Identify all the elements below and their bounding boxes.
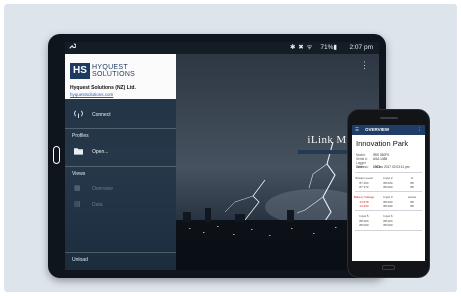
table-cell: 88 (410, 185, 414, 189)
table-cell-alert: 13.400 (359, 204, 369, 208)
table-cell: 88.000 (383, 185, 393, 189)
phone-home-button[interactable] (382, 265, 395, 270)
tablet-device: ✱ ✖ ᯤ 71%▮ 2:07 pm ⋮ iLink Mobile HS HYQ… (48, 34, 386, 278)
drawer-item-label: Overview (92, 186, 113, 192)
table-cell: 88.000 (359, 223, 369, 227)
table-cell: Input 5 (359, 214, 369, 218)
folder-icon (74, 147, 83, 157)
drawer-item-label: Unload (72, 257, 88, 263)
overflow-menu-icon[interactable]: ⋮ (360, 60, 369, 71)
grid-icon: ▦ (74, 185, 81, 192)
table-cell: 87.172 (359, 185, 369, 189)
drawer-item-overview[interactable]: ▦ Overview (65, 184, 176, 196)
table-cell: Input 3 (383, 195, 393, 199)
meta-row: Address: 1363 (356, 165, 381, 169)
table-cell-alert: Battery Voltage (353, 195, 375, 199)
drawer-item-open[interactable]: Open... (65, 146, 176, 160)
antenna-icon (74, 109, 83, 120)
phone-device: ☰ OVERVIEW ⋮ Innovation Park Model: iRIS … (347, 109, 430, 278)
logo-line-2: SOLUTIONS (92, 71, 136, 78)
drawer-header: HS HYQUEST SOLUTIONS Hyquest Solutions (… (65, 54, 176, 99)
tablet-screen: ✱ ✖ ᯤ 71%▮ 2:07 pm ⋮ iLink Mobile HS HYQ… (65, 42, 379, 270)
table-cell: series (407, 195, 416, 199)
section-label-views: Views (72, 171, 86, 177)
company-logo-text: HYQUEST SOLUTIONS (92, 64, 135, 78)
phone-screen: ☰ OVERVIEW ⋮ Innovation Park Model: iRIS … (352, 125, 425, 261)
table-icon: ▤ (74, 201, 81, 208)
company-name: Hyquest Solutions (NZ) Ltd. (70, 85, 136, 91)
table-cell: 88 (410, 204, 414, 208)
system-status-icons: ✱ ✖ ᯤ (290, 44, 313, 51)
tablet-home-button (53, 146, 60, 164)
table-cell: In (410, 176, 414, 180)
table-cell: Stream Level (355, 176, 373, 180)
drawer-item-label: Open... (92, 149, 109, 155)
table-cell: Input 6 (383, 214, 393, 218)
navigation-drawer: HS HYQUEST SOLUTIONS Hyquest Solutions (… (65, 54, 176, 270)
drawer-divider (65, 252, 176, 253)
drawer-item-connect[interactable]: Connect (65, 109, 176, 123)
table-divider (355, 230, 422, 231)
table-divider (355, 210, 422, 211)
section-label-profiles: Profiles (72, 133, 89, 139)
table-divider (355, 191, 422, 192)
battery-indicator: 71%▮ (320, 44, 337, 51)
phone-speaker (380, 117, 398, 119)
drawer-item-label: Data (92, 202, 103, 208)
table-cell: Input 2 (383, 176, 393, 180)
table-divider (355, 172, 422, 173)
table-cell: 88.000 (383, 204, 393, 208)
tablet-status-bar: ✱ ✖ ᯤ 71%▮ 2:07 pm (65, 42, 379, 54)
phone-app-title: OVERVIEW (365, 127, 390, 132)
status-clock: 2:07 pm (349, 44, 374, 51)
drawer-divider (65, 128, 176, 129)
company-logo-mark: HS (70, 63, 90, 79)
site-title: Innovation Park (356, 139, 409, 148)
company-website-link[interactable]: hyquestsolutions.com (70, 92, 113, 97)
logo-line-1: HYQUEST (92, 64, 128, 71)
drawer-divider (65, 166, 176, 167)
wrench-icon (69, 42, 77, 54)
overflow-menu-icon[interactable]: ⋮ (418, 125, 423, 135)
phone-app-bar: ☰ OVERVIEW ⋮ (352, 125, 425, 135)
drawer-item-label: Connect (92, 112, 111, 118)
hamburger-menu-icon[interactable]: ☰ (355, 125, 359, 135)
drawer-item-data[interactable]: ▤ Data (65, 200, 176, 212)
drawer-item-unload[interactable]: Unload (65, 257, 176, 267)
table-cell: 88.000 (383, 223, 393, 227)
